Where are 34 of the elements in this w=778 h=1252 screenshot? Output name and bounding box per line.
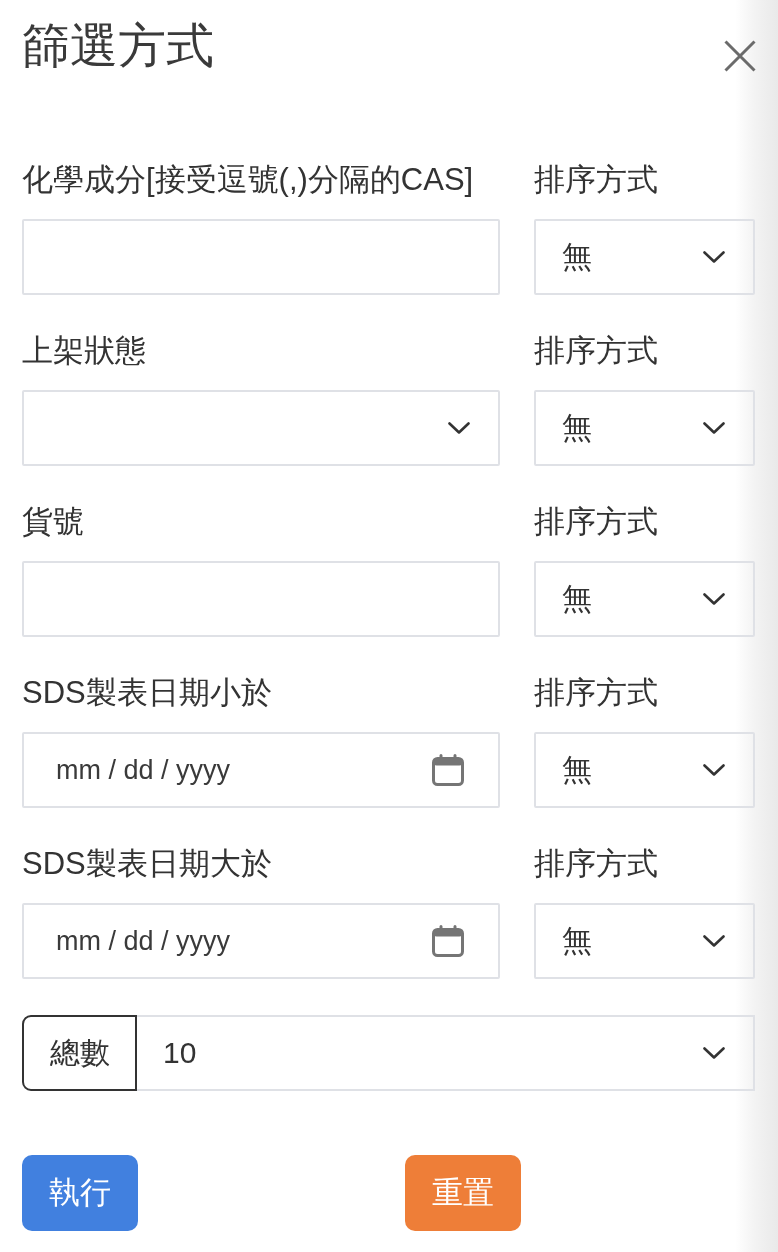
sort-select[interactable]: 無 — [534, 903, 755, 979]
sort-select[interactable]: 無 — [534, 390, 755, 466]
field-label: 化學成分[接受逗號(,)分隔的CAS] — [22, 161, 474, 199]
calendar-icon — [432, 754, 464, 786]
panel-title: 篩選方式 — [22, 18, 214, 74]
chevron-icon — [703, 251, 725, 263]
date-field[interactable]: mm / dd / yyyy — [22, 732, 500, 808]
chevron-icon — [703, 422, 725, 434]
chevron-icon — [703, 1047, 725, 1059]
status-select[interactable] — [22, 390, 500, 466]
close-icon[interactable] — [724, 40, 756, 72]
sort-select[interactable]: 無 — [534, 561, 755, 637]
text-field[interactable] — [22, 561, 500, 637]
sort-select[interactable]: 無 — [534, 219, 755, 295]
chevron-icon — [703, 935, 725, 947]
sort-label: 排序方式 — [534, 503, 658, 541]
sort-label: 排序方式 — [534, 161, 658, 199]
date-field[interactable]: mm / dd / yyyy — [22, 903, 500, 979]
field-label: SDS製表日期小於 — [22, 674, 272, 712]
sort-select[interactable]: 無 — [534, 732, 755, 808]
chevron-icon — [448, 422, 470, 434]
sort-label: 排序方式 — [534, 674, 658, 712]
field-label: SDS製表日期大於 — [22, 845, 272, 883]
field-label: 上架狀態 — [22, 332, 146, 370]
chevron-icon — [703, 764, 725, 776]
total-label: 總數 — [22, 1015, 137, 1091]
chevron-icon — [703, 593, 725, 605]
sort-label: 排序方式 — [534, 332, 658, 370]
run-button[interactable]: 執行 — [22, 1155, 138, 1231]
total-select[interactable]: 10 — [137, 1015, 755, 1091]
calendar-icon — [432, 925, 464, 957]
text-field[interactable] — [22, 219, 500, 295]
field-label: 貨號 — [22, 503, 84, 541]
sort-label: 排序方式 — [534, 845, 658, 883]
